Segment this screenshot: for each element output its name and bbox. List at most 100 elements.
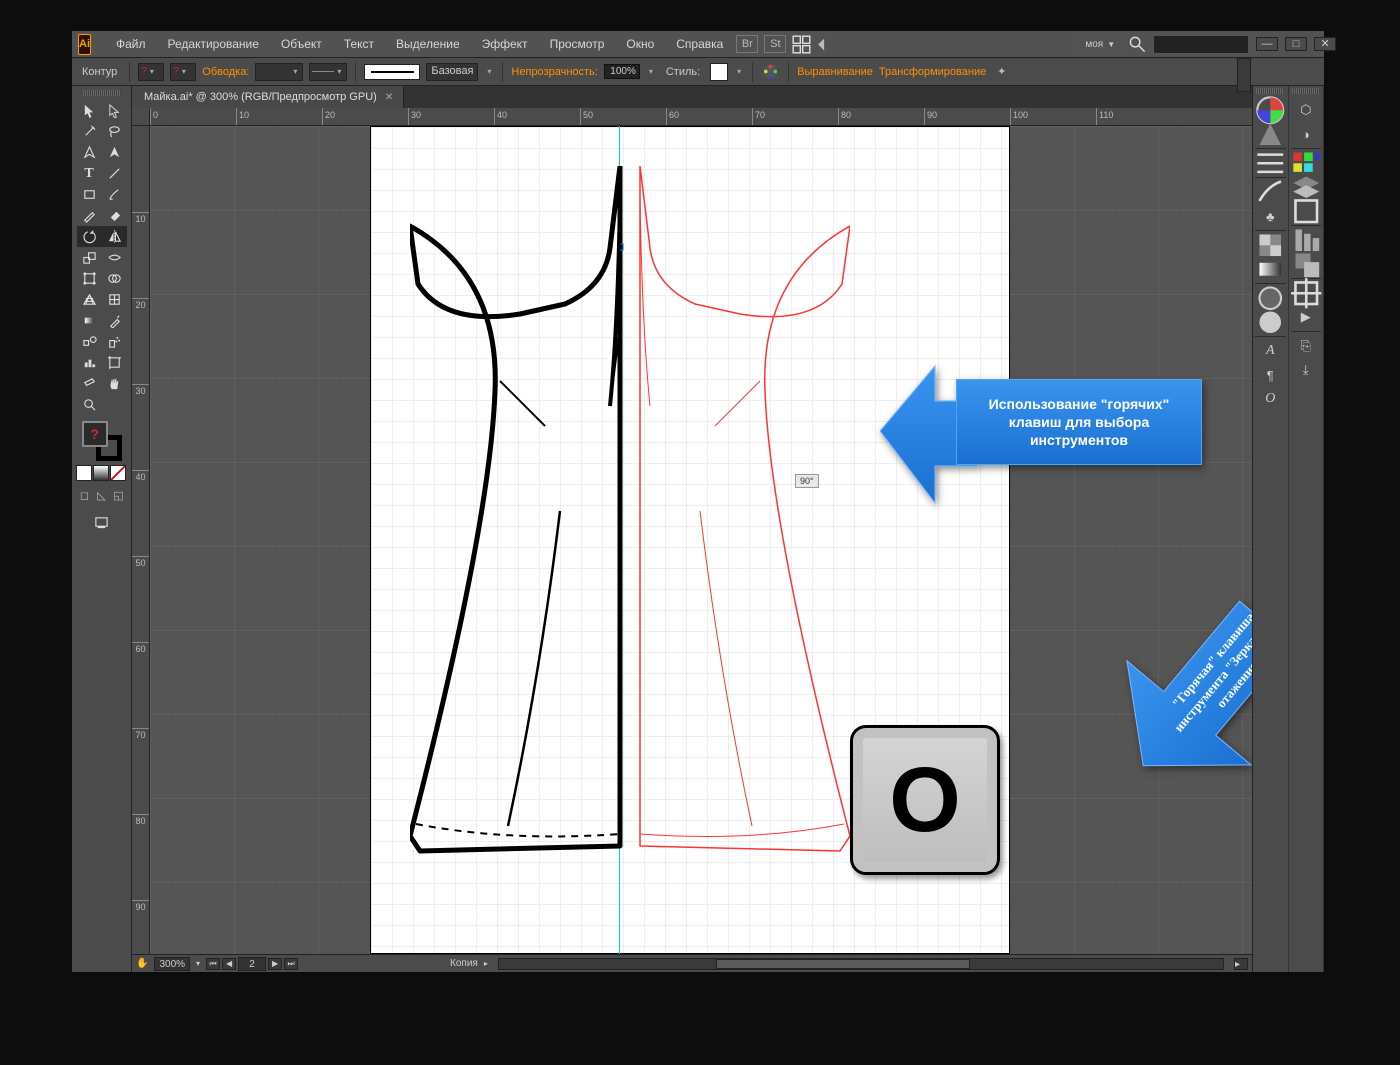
stroke-label[interactable]: Обводка:	[202, 66, 249, 78]
screen-mode[interactable]	[87, 512, 117, 533]
blend-tool[interactable]	[77, 331, 102, 352]
stroke-weight-field[interactable]: ▾	[255, 63, 303, 81]
line-tool[interactable]	[102, 163, 127, 184]
pencil-tool[interactable]	[77, 205, 102, 226]
fill-swatch[interactable]: ?▾	[138, 63, 164, 81]
direct-selection-tool[interactable]	[102, 100, 127, 121]
artboard-tool[interactable]	[102, 352, 127, 373]
links-panel-icon[interactable]: ⎘	[1289, 334, 1324, 358]
last-artboard[interactable]: ⏭	[284, 958, 298, 970]
eyedropper-tool[interactable]	[102, 310, 127, 331]
menu-help[interactable]: Справка	[667, 33, 732, 55]
menu-file[interactable]: Файл	[107, 33, 155, 55]
canvas[interactable]: 90° Использование "горячих" клавиш для в…	[150, 126, 1252, 954]
slice-tool[interactable]	[77, 373, 102, 394]
var-width-profile[interactable]: ▾	[309, 63, 347, 81]
paintbrush-tool[interactable]	[102, 184, 127, 205]
opacity-label[interactable]: Непрозрачность:	[511, 66, 597, 78]
next-artboard[interactable]: ▶	[268, 958, 282, 970]
dock-grip-2[interactable]	[1292, 88, 1320, 94]
rectangle-tool[interactable]	[77, 184, 102, 205]
close-button[interactable]: ✕	[1314, 37, 1336, 51]
first-artboard[interactable]: ⏮	[206, 958, 220, 970]
libraries-panel-icon[interactable]: ⬡	[1289, 98, 1324, 122]
hand-indicator[interactable]: ✋	[136, 958, 148, 969]
maximize-button[interactable]: □	[1285, 37, 1307, 51]
isolate-icon[interactable]: ✦	[992, 62, 1011, 81]
workspace-switcher[interactable]: моя ▼	[1078, 36, 1122, 53]
scale-tool[interactable]	[77, 247, 102, 268]
paragraph-panel-icon[interactable]: ¶	[1253, 363, 1288, 387]
menu-effect[interactable]: Эффект	[473, 33, 537, 55]
color-mode-none[interactable]	[110, 465, 126, 481]
recolor-icon[interactable]	[761, 62, 780, 81]
align-panel-link[interactable]: Выравнивание	[797, 66, 873, 78]
gradient-panel-icon[interactable]	[1253, 257, 1288, 281]
menu-window[interactable]: Окно	[617, 33, 663, 55]
shape-builder-tool[interactable]	[102, 268, 127, 289]
graphic-styles-panel-icon[interactable]	[1253, 310, 1288, 334]
draw-normal[interactable]: ◻	[76, 487, 93, 504]
rotate-tool[interactable]	[77, 226, 102, 247]
brushes-panel-icon[interactable]	[1253, 180, 1288, 204]
width-tool[interactable]	[102, 247, 127, 268]
gpu-icon[interactable]	[817, 35, 836, 54]
menu-select[interactable]: Выделение	[387, 33, 469, 55]
stroke-swatch[interactable]: ?▾	[170, 63, 196, 81]
lasso-tool[interactable]	[102, 121, 127, 142]
free-transform-tool[interactable]	[77, 268, 102, 289]
transform-panel-link[interactable]: Трансформирование	[879, 66, 986, 78]
scroll-right[interactable]: ▸	[1234, 958, 1248, 970]
arrange-docs-icon[interactable]	[792, 35, 811, 54]
opacity-value[interactable]	[604, 64, 640, 79]
zoom-tool[interactable]	[77, 394, 102, 415]
mesh-tool[interactable]	[102, 289, 127, 310]
bridge-icon[interactable]: Br	[736, 35, 758, 53]
actions-panel-icon[interactable]: ▶	[1289, 305, 1324, 329]
fill-stroke-indicator[interactable]	[82, 421, 122, 461]
anchor-point[interactable]	[620, 244, 623, 250]
search-icon[interactable]	[1128, 35, 1147, 54]
symbol-sprayer-tool[interactable]	[102, 331, 127, 352]
artboard-number[interactable]: 2	[238, 957, 266, 971]
symbols-panel-icon[interactable]: ♣	[1253, 204, 1288, 228]
draw-inside[interactable]: ◱	[110, 487, 127, 504]
stock-icon[interactable]: St	[764, 35, 786, 53]
toolbox-grip[interactable]	[83, 90, 121, 96]
type-tool[interactable]: T	[77, 163, 102, 184]
pathfinder-panel-icon[interactable]	[1289, 252, 1324, 276]
color-mode-gradient[interactable]	[93, 465, 109, 481]
perspective-grid-tool[interactable]	[77, 289, 102, 310]
prev-artboard[interactable]: ◀	[222, 958, 236, 970]
color-mode-solid[interactable]	[76, 465, 92, 481]
reflect-tool[interactable]	[102, 226, 127, 247]
dress-shape-right[interactable]	[620, 166, 850, 856]
character-panel-icon[interactable]: A	[1253, 339, 1288, 363]
ruler-horizontal[interactable]: 0102030405060708090100110	[150, 108, 1252, 126]
brush-preview[interactable]	[364, 64, 420, 80]
menu-edit[interactable]: Редактирование	[159, 33, 268, 55]
eraser-tool[interactable]	[102, 205, 127, 226]
stroke-panel-icon[interactable]	[1253, 151, 1288, 175]
menu-type[interactable]: Текст	[335, 33, 383, 55]
dress-shape-left[interactable]	[410, 166, 640, 856]
search-input[interactable]	[1153, 35, 1249, 54]
panel-toggle[interactable]	[1237, 58, 1251, 92]
artboards-panel-icon[interactable]	[1289, 199, 1324, 223]
menu-view[interactable]: Просмотр	[541, 33, 614, 55]
magic-wand-tool[interactable]	[77, 121, 102, 142]
asset-export-panel-icon[interactable]: ⤓	[1289, 358, 1324, 382]
transform-panel-icon[interactable]	[1289, 281, 1324, 305]
selection-tool[interactable]	[77, 100, 102, 121]
minimize-button[interactable]: —	[1256, 37, 1278, 51]
close-tab-icon[interactable]: ✕	[385, 92, 393, 103]
column-graph-tool[interactable]	[77, 352, 102, 373]
zoom-level[interactable]: 300%	[154, 957, 190, 971]
curvature-tool[interactable]	[102, 142, 127, 163]
hand-tool[interactable]	[102, 373, 127, 394]
pen-tool[interactable]	[77, 142, 102, 163]
menu-object[interactable]: Объект	[272, 33, 331, 55]
cc-libraries-icon[interactable]: ◑	[1289, 122, 1324, 146]
draw-behind[interactable]: ◺	[93, 487, 110, 504]
gradient-tool[interactable]	[77, 310, 102, 331]
